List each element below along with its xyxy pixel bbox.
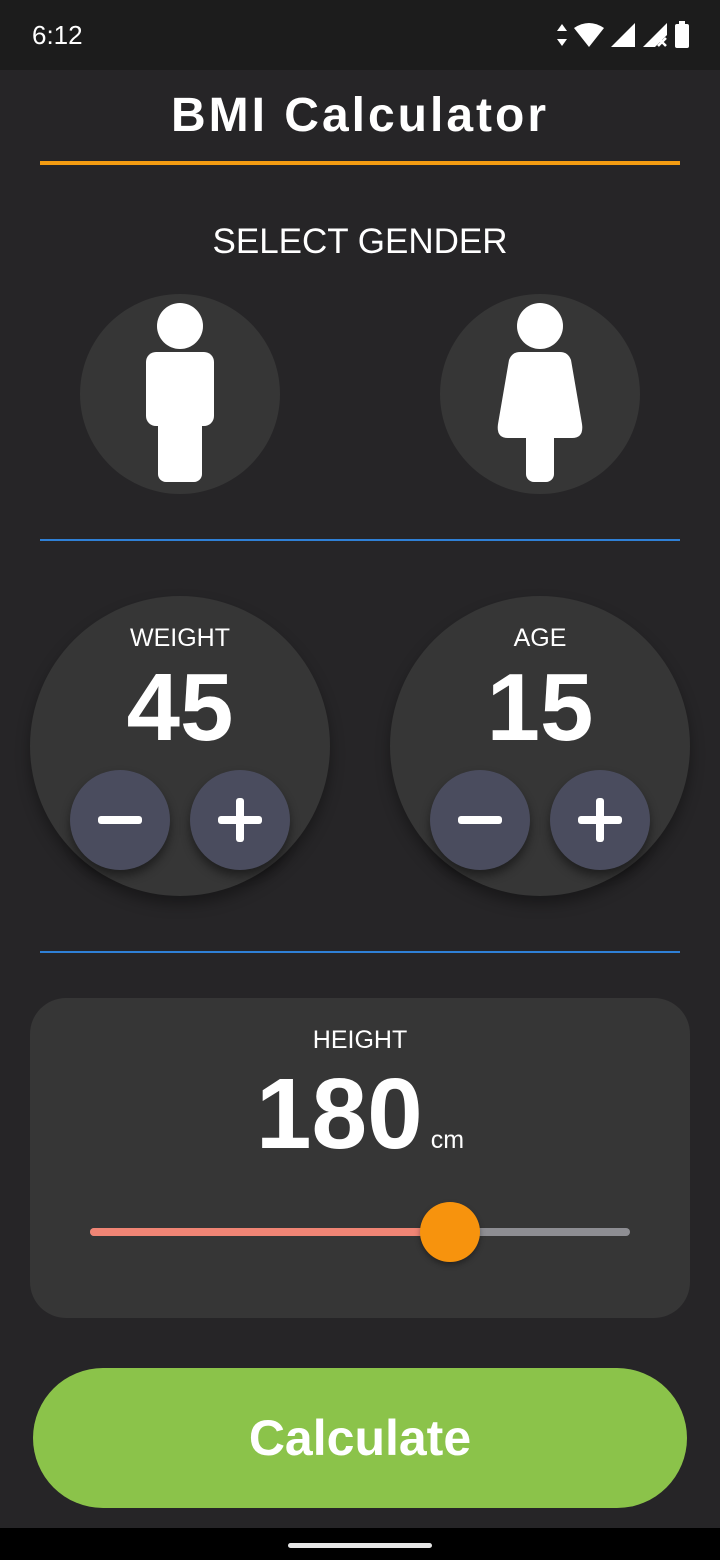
female-person-icon [497, 303, 583, 482]
plus-icon [218, 798, 262, 842]
data-transfer-icon [557, 24, 567, 46]
height-slider[interactable] [90, 1202, 630, 1262]
app-title: BMI Calculator [170, 89, 550, 142]
female-gender-button[interactable] [440, 294, 640, 494]
navigation-bar [0, 1528, 720, 1560]
male-person-icon [146, 303, 214, 482]
weight-card: WEIGHT 45 [30, 596, 330, 896]
minus-icon [98, 816, 142, 824]
height-card: HEIGHT 180 cm [30, 998, 690, 1318]
battery-icon [675, 21, 689, 48]
title-underline [40, 161, 680, 165]
wifi-icon [574, 23, 604, 47]
height-label: HEIGHT [312, 1026, 408, 1054]
status-icons [556, 20, 690, 50]
section-divider [40, 951, 680, 953]
age-increment-button[interactable] [550, 770, 650, 870]
home-gesture-handle[interactable] [288, 1543, 432, 1548]
weight-increment-button[interactable] [190, 770, 290, 870]
signal-icon [611, 23, 635, 47]
calculate-button[interactable]: Calculate [33, 1368, 687, 1508]
plus-icon [578, 798, 622, 842]
male-gender-button[interactable] [80, 294, 280, 494]
signal-no-data-icon [643, 23, 667, 47]
status-bar: 6:12 [0, 0, 720, 70]
height-readout: 180 cm [30, 1062, 690, 1192]
weight-decrement-button[interactable] [70, 770, 170, 870]
select-gender-label: SELECT GENDER [212, 222, 508, 261]
height-slider-thumb[interactable] [420, 1202, 481, 1262]
height-slider-active-track [90, 1228, 451, 1236]
height-unit: cm [430, 1126, 465, 1154]
weight-label: WEIGHT [130, 624, 230, 652]
height-value: 180 [255, 1058, 423, 1170]
age-decrement-button[interactable] [430, 770, 530, 870]
minus-icon [458, 816, 502, 824]
section-divider [40, 539, 680, 541]
weight-value: 45 [126, 654, 234, 761]
age-label: AGE [513, 624, 567, 652]
status-time: 6:12 [32, 20, 83, 50]
age-value: 15 [486, 654, 594, 761]
age-card: AGE 15 [390, 596, 690, 896]
